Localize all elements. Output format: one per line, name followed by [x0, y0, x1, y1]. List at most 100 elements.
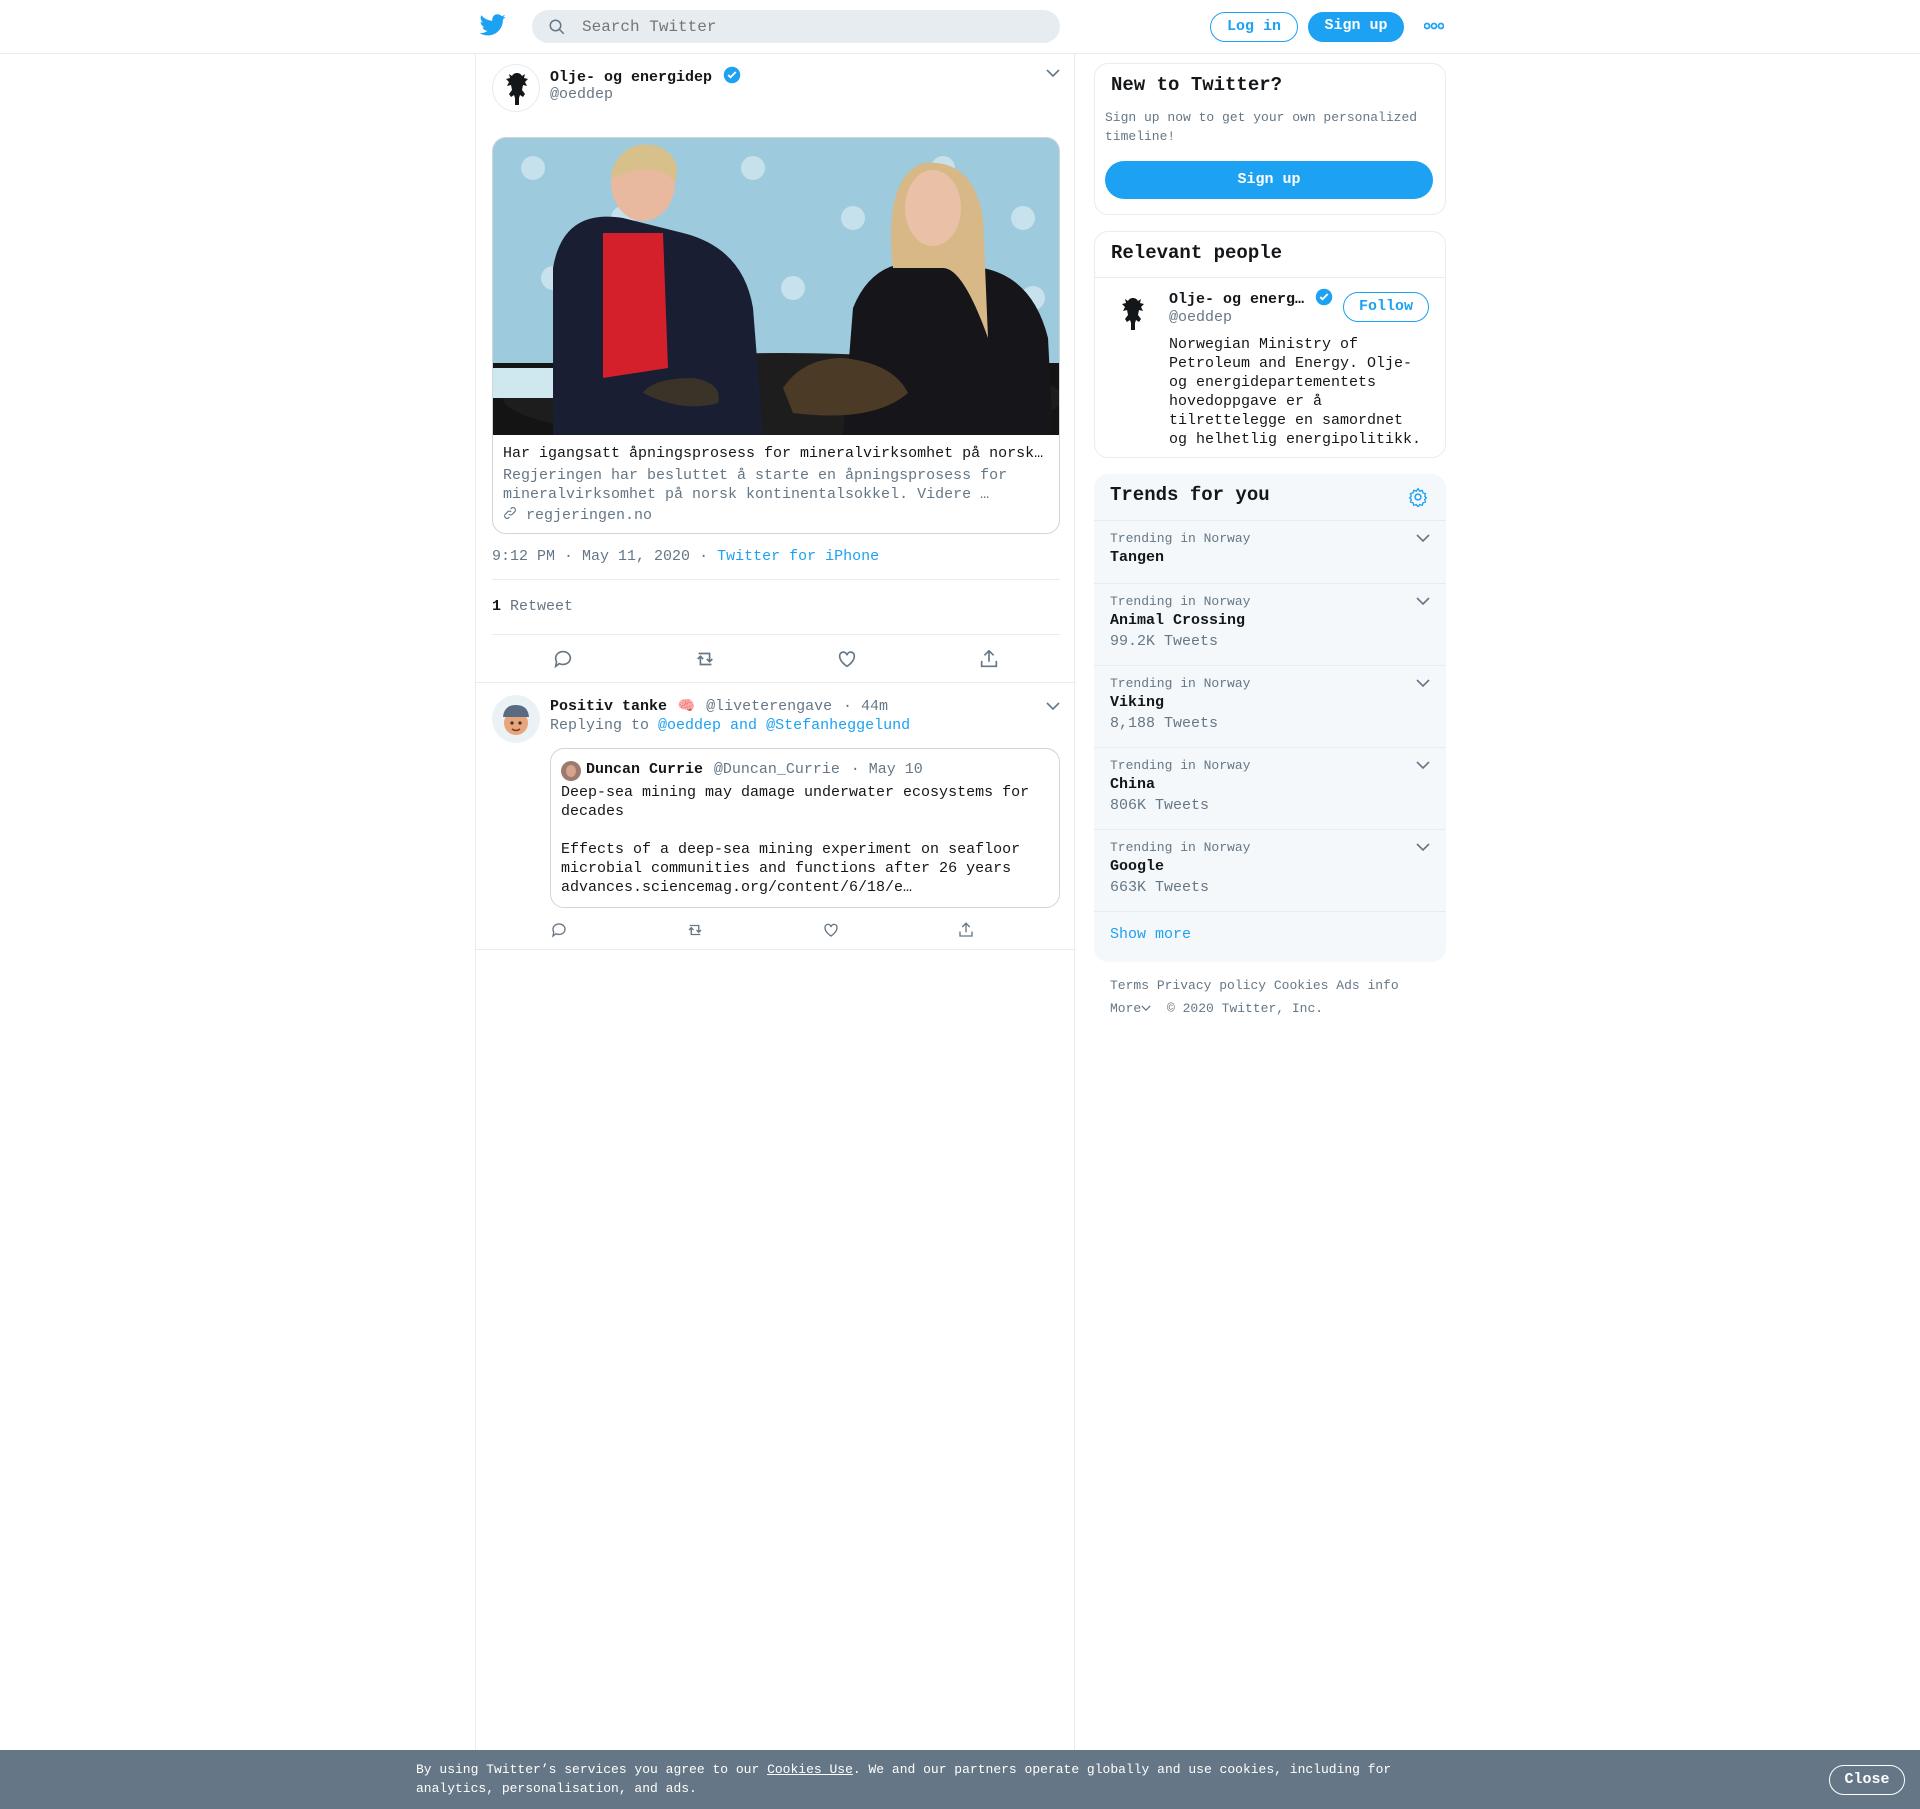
- tweet-timestamp[interactable]: 9:12 PM · May 11, 2020: [492, 548, 690, 565]
- search-input[interactable]: [582, 10, 1042, 43]
- trend-item[interactable]: Trending in Norway China 806K Tweets: [1094, 747, 1446, 829]
- replying-to-label: Replying to: [550, 717, 650, 734]
- chevron-down-icon[interactable]: [1046, 701, 1060, 711]
- footer-cookies-link[interactable]: Cookies: [1274, 978, 1329, 993]
- reply-author-avatar[interactable]: [492, 695, 540, 743]
- cookie-text-part: analytics, personalisation, and ads.: [416, 1781, 697, 1796]
- footer-terms-link[interactable]: Terms: [1110, 978, 1149, 993]
- new-to-twitter-desc-line: timeline!: [1105, 129, 1176, 144]
- twitter-logo-icon[interactable]: [480, 14, 506, 36]
- trend-context: Trending in Norway: [1110, 676, 1251, 691]
- main-tweet: Olje- og energidep @oeddep Har igangsatt…: [476, 54, 1076, 682]
- memoji-avatar-icon: [503, 705, 529, 735]
- trend-context: Trending in Norway: [1110, 531, 1251, 546]
- quoted-text: Deep-sea mining may damage underwater ec…: [561, 783, 1051, 897]
- divider: [492, 579, 1060, 580]
- more-dots-icon[interactable]: [1424, 20, 1444, 32]
- top-navigation-bar: Log in Sign up: [0, 0, 1920, 54]
- cookies-use-link[interactable]: Cookies Use: [767, 1762, 853, 1777]
- login-button[interactable]: Log in: [1210, 12, 1298, 42]
- footer-privacy-link[interactable]: Privacy policy: [1157, 978, 1266, 993]
- sidebar-signup-button[interactable]: Sign up: [1105, 161, 1433, 199]
- tweet-source-link[interactable]: Twitter for iPhone: [717, 548, 879, 565]
- trend-count: 99.2K Tweets: [1110, 633, 1219, 650]
- link-icon: [504, 507, 516, 519]
- quoted-text-line: advances.sciencemag.org/content/6/18/e…: [561, 879, 913, 896]
- coat-of-arms-icon: [1122, 298, 1144, 330]
- chevron-down-icon[interactable]: [1416, 760, 1430, 770]
- author-name-row: Olje- og energidep: [550, 66, 741, 87]
- footer-links-row1: Terms Privacy policy Cookies Ads info: [1110, 978, 1399, 993]
- cookie-text: By using Twitter’s services you agree to…: [416, 1760, 1426, 1798]
- chevron-down-icon[interactable]: [1046, 68, 1060, 78]
- bio-line: tilrettelegge en samordnet: [1169, 412, 1404, 429]
- trend-item[interactable]: Trending in Norway Viking 8,188 Tweets: [1094, 665, 1446, 747]
- retweet-stats[interactable]: 1 Retweet: [492, 598, 573, 615]
- reply-author-name[interactable]: Positiv tanke: [550, 698, 667, 715]
- reply-time[interactable]: · 44m: [843, 698, 888, 715]
- trend-item[interactable]: Trending in Norway Animal Crossing 99.2K…: [1094, 583, 1446, 665]
- settings-gear-icon[interactable]: [1408, 487, 1428, 507]
- card-title: Har igangsatt åpningsprosess for mineral…: [503, 445, 1044, 462]
- like-heart-icon[interactable]: [822, 921, 840, 939]
- divider: [492, 634, 1060, 635]
- chevron-down-icon[interactable]: [1416, 842, 1430, 852]
- follow-button[interactable]: Follow: [1343, 292, 1429, 322]
- verified-badge-icon: [723, 66, 741, 84]
- card-domain: regjeringen.no: [503, 506, 652, 524]
- brain-emoji: 🧠: [677, 699, 696, 715]
- chevron-down-icon[interactable]: [1416, 533, 1430, 543]
- verified-badge-icon: [1315, 288, 1333, 306]
- trend-item[interactable]: Trending in Norway Google 663K Tweets: [1094, 829, 1446, 911]
- person-name[interactable]: Olje- og energ…: [1169, 291, 1304, 308]
- preview-photo: [493, 138, 1059, 435]
- retweet-label: Retweet: [510, 598, 574, 615]
- bio-line: Petroleum and Energy. Olje-: [1169, 355, 1413, 372]
- reply-tweet[interactable]: Positiv tanke 🧠 @liveterengave · 44m Rep…: [476, 683, 1076, 949]
- new-to-twitter-desc: Sign up now to get your own personalized…: [1105, 108, 1417, 146]
- trend-name: Google: [1110, 858, 1165, 875]
- reply-icon[interactable]: [552, 648, 574, 670]
- new-to-twitter-desc-line: Sign up now to get your own personalized: [1105, 110, 1418, 125]
- chevron-down-icon[interactable]: [1416, 678, 1430, 688]
- trend-count: 806K Tweets: [1110, 797, 1210, 814]
- coat-of-arms-icon: [506, 73, 528, 105]
- reply-icon[interactable]: [550, 921, 568, 939]
- retweet-icon[interactable]: [694, 648, 716, 670]
- footer-more-link[interactable]: More: [1110, 1001, 1151, 1016]
- like-heart-icon[interactable]: [836, 648, 858, 670]
- chevron-down-icon[interactable]: [1416, 596, 1430, 606]
- show-more-row: Show more: [1094, 911, 1446, 962]
- cookie-text-part: . We and our partners operate globally a…: [852, 1762, 1392, 1777]
- trend-context: Trending in Norway: [1110, 594, 1251, 609]
- author-handle[interactable]: @oeddep: [550, 86, 613, 103]
- cookie-consent-bar: By using Twitter’s services you agree to…: [0, 1750, 1920, 1809]
- author-name[interactable]: Olje- og energidep: [550, 69, 712, 86]
- cookie-close-button[interactable]: Close: [1829, 1765, 1905, 1795]
- chevron-down-icon: [1141, 1005, 1151, 1012]
- bio-line: Norwegian Ministry of: [1169, 336, 1359, 353]
- person-avatar[interactable]: [1109, 290, 1157, 338]
- quoted-text-line: microbial communities and functions afte…: [561, 860, 1012, 877]
- trend-name: Viking: [1110, 694, 1165, 711]
- main-timeline-column: Olje- og energidep @oeddep Har igangsatt…: [475, 54, 1076, 1754]
- footer-ads-link[interactable]: Ads info: [1336, 978, 1398, 993]
- quoted-tweet[interactable]: Duncan Currie @Duncan_Currie · May 10 De…: [550, 748, 1060, 908]
- link-preview-card[interactable]: Har igangsatt åpningsprosess for mineral…: [492, 137, 1060, 534]
- person-handle[interactable]: @oeddep: [1169, 309, 1232, 326]
- reply-author-handle[interactable]: @liveterengave: [706, 698, 832, 715]
- retweet-icon[interactable]: [686, 921, 704, 939]
- footer-more-label: More: [1110, 1001, 1142, 1016]
- trend-item[interactable]: Trending in Norway Tangen: [1094, 520, 1446, 583]
- show-more-link[interactable]: Show more: [1110, 926, 1191, 943]
- share-icon[interactable]: [957, 921, 975, 939]
- share-icon[interactable]: [978, 648, 1000, 670]
- divider: [476, 949, 1076, 950]
- trends-box: Trends for you Trending in Norway Tangen…: [1094, 474, 1446, 962]
- author-avatar[interactable]: [492, 64, 540, 112]
- search-bar[interactable]: [532, 10, 1060, 43]
- reply-author-row: Positiv tanke 🧠 @liveterengave · 44m: [550, 696, 888, 716]
- replying-to-users-link[interactable]: @oeddep and @Stefanheggelund: [658, 717, 910, 734]
- card-description-line: mineralvirksomhet på norsk kontinentalso…: [503, 486, 990, 503]
- signup-button[interactable]: Sign up: [1308, 12, 1404, 42]
